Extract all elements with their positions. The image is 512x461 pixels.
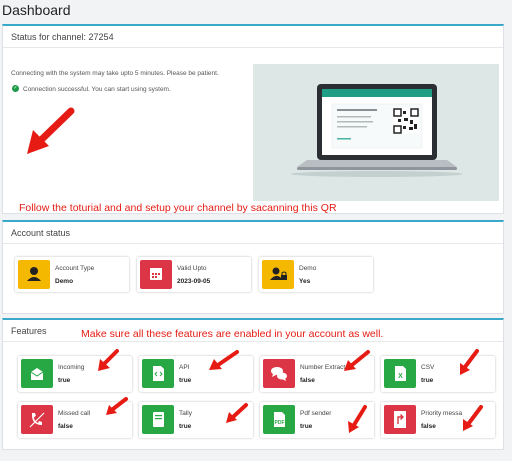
demo-label: Demo (299, 265, 317, 272)
check-circle-icon: ✓ (12, 85, 19, 92)
status-card: Status for channel: 27254 Connecting wit… (2, 24, 504, 214)
annotation-arrow-icon (463, 405, 483, 431)
account-type-label: Account Type (55, 265, 95, 272)
svg-text:X: X (398, 373, 403, 380)
page-title: Dashboard (2, 2, 71, 18)
features-card: Features Make sure all these features ar… (2, 318, 504, 450)
user-icon (18, 260, 50, 289)
status-card-header: Status for channel: 27254 (3, 26, 503, 48)
comments-icon (263, 359, 295, 388)
feature-incoming-value: true (58, 377, 71, 384)
account-status-header: Account status (3, 222, 503, 244)
valid-upto-box: Valid Upto 2023-09-05 (137, 257, 251, 292)
feature-api-value: true (179, 377, 192, 384)
laptop-qr-illustration (253, 64, 499, 201)
demo-box: Demo Yes (259, 257, 373, 292)
feature-missed-call-value: false (58, 423, 73, 430)
book-icon (142, 405, 174, 434)
priority-arrow-icon (384, 405, 416, 434)
annotation-arrow-icon (27, 107, 75, 154)
tutorial-annotation: Follow the toturial and and setup your c… (19, 202, 337, 214)
feature-csv-value: true (421, 377, 434, 384)
annotation-arrow-icon (348, 405, 367, 433)
connection-success-text: Connection successful. You can start usi… (23, 86, 171, 93)
annotation-arrow-icon (209, 350, 239, 370)
account-type-value: Demo (55, 278, 74, 285)
missed-call-icon (21, 405, 53, 434)
annotation-arrow-icon (344, 350, 370, 371)
feature-priority-label: Priority messa (421, 410, 463, 417)
pdf-file-icon: PDF (263, 405, 295, 434)
feature-pdf-sender-value: true (300, 423, 313, 430)
user-lock-icon (262, 260, 294, 289)
demo-value: Yes (299, 278, 311, 285)
connecting-text: Connecting with the system may take upto… (11, 70, 219, 77)
valid-upto-value: 2023-09-05 (177, 278, 211, 285)
csv-file-icon: X (384, 359, 416, 388)
feature-missed-call-label: Missed call (58, 410, 91, 417)
qr-tutorial-image (253, 64, 499, 201)
annotation-arrow-icon (460, 349, 479, 375)
features-annotation: Make sure all these features are enabled… (81, 328, 384, 340)
feature-number-extractor-value: false (300, 377, 315, 384)
annotation-arrow-icon (98, 349, 119, 371)
account-status-card: Account status Account Type Demo Valid U… (2, 220, 504, 314)
feature-api-label: API (179, 364, 190, 371)
feature-pdf-sender-label: Pdf sender (300, 410, 332, 417)
calendar-icon (140, 260, 172, 289)
svg-text:PDF: PDF (275, 420, 285, 426)
code-file-icon (142, 359, 174, 388)
feature-csv-label: CSV (421, 364, 435, 371)
envelope-open-icon (21, 359, 53, 388)
feature-tally-value: true (179, 423, 192, 430)
feature-tally-label: Tally (179, 410, 193, 417)
feature-incoming-label: Incoming (58, 364, 85, 371)
annotation-arrow-icon (226, 403, 248, 423)
valid-upto-label: Valid Upto (177, 265, 207, 272)
feature-priority-value: false (421, 423, 436, 430)
account-type-box: Account Type Demo (15, 257, 129, 292)
annotation-arrow-icon (106, 397, 128, 415)
